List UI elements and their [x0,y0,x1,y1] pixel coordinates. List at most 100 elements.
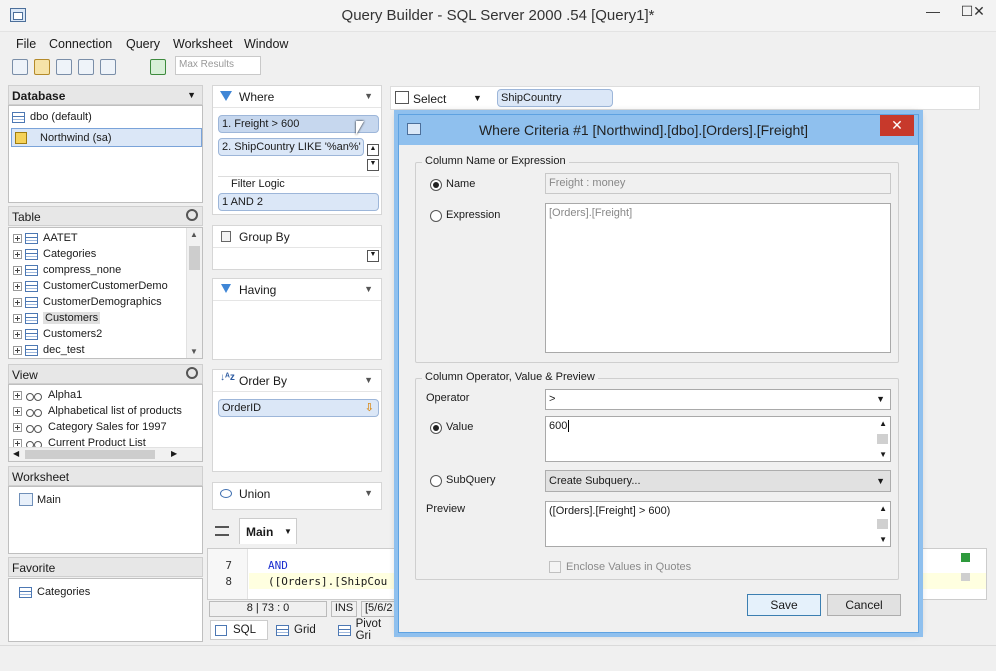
operator-select[interactable]: > ▼ [545,389,891,410]
expand-icon[interactable] [13,345,22,355]
table-item-label: Customers2 [43,328,103,340]
open-folder-icon[interactable] [34,59,50,75]
status-date: [5/6/2 [361,601,401,617]
expand-icon[interactable] [13,390,22,400]
scroll-up-icon[interactable]: ▲ [879,419,887,428]
scroll-right-icon[interactable]: ▶ [171,449,177,458]
value-radio[interactable] [430,422,442,434]
expand-icon[interactable] [13,233,22,243]
scroll-down-icon[interactable]: ▼ [879,535,887,544]
expand-icon[interactable] [13,313,22,323]
chevron-down-icon[interactable]: ▼ [473,93,482,103]
menu-worksheet[interactable]: Worksheet [173,37,233,51]
search-icon[interactable] [186,367,198,379]
editor-tab-label: Main [246,525,274,539]
max-results-input[interactable]: Max Results [175,56,261,75]
save-button[interactable]: Save [747,594,821,616]
title-bar: Query Builder - SQL Server 2000 .54 [Que… [0,0,996,32]
database-item-dbo[interactable]: dbo (default) [12,109,92,125]
chevron-down-icon[interactable]: ▼ [364,284,373,294]
where-criteria-1[interactable]: 1. Freight > 600 [218,115,379,133]
scroll-thumb[interactable] [25,450,155,459]
chevron-down-icon[interactable]: ▼ [364,375,373,385]
table-item[interactable]: Categories [13,246,96,262]
create-subquery-button[interactable]: Create Subquery... ▼ [545,470,891,492]
scroll-thumb[interactable] [189,246,200,270]
table-item[interactable]: compress_none [13,262,121,278]
menu-window[interactable]: Window [244,37,288,51]
table-item[interactable]: CustomerDemographics [13,294,162,310]
value-field[interactable]: 600 ▲ ▼ [545,416,891,462]
order-by-header-label: Order By [239,374,288,388]
name-radio[interactable] [430,179,442,191]
subquery-radio[interactable] [430,475,442,487]
scroll-down-icon[interactable]: ▼ [879,450,887,459]
save-as-icon[interactable] [78,59,94,75]
minimize-button[interactable]: — [916,0,950,24]
scroll-thumb[interactable] [961,573,970,581]
tab-sql[interactable]: SQL [210,620,268,640]
worksheet-item[interactable]: Main [19,492,61,508]
chevron-down-icon[interactable]: ▼ [364,91,373,101]
save-all-icon[interactable] [100,59,116,75]
chevron-down-icon[interactable]: ▼ [876,394,885,404]
move-down-icon[interactable]: ▼ [367,159,379,171]
scroll-thumb[interactable] [877,434,888,444]
database-item-northwind[interactable]: Northwind (sa) [11,128,202,147]
table-item[interactable]: CustomerCustomerDemo [13,278,168,294]
expand-icon[interactable] [13,281,22,291]
where-criteria-2[interactable]: 2. ShipCountry LIKE '%an%' [218,138,364,156]
scroll-down-icon[interactable]: ▼ [190,347,198,356]
chevron-down-icon[interactable]: ▼ [364,488,373,498]
new-icon[interactable] [12,59,28,75]
menu-file[interactable]: File [16,37,36,51]
expression-radio[interactable] [430,210,442,222]
move-up-icon[interactable]: ▲ [367,144,379,156]
expand-icon[interactable] [13,297,22,307]
table-item[interactable]: Customers2 [13,326,102,342]
tab-grid[interactable]: Grid [272,620,330,640]
cancel-button[interactable]: Cancel [827,594,901,616]
tab-grid-label: Grid [294,624,316,636]
order-by-item[interactable]: OrderID ⇩ [218,399,379,417]
tab-pivot-grid[interactable]: Pivot Gri [334,618,398,642]
menu-connection[interactable]: Connection [49,37,112,51]
run-query-icon[interactable] [150,59,166,75]
search-icon[interactable] [186,209,198,221]
table-item-selected[interactable]: Customers [13,310,101,326]
view-item[interactable]: Alpha1 [13,387,82,403]
dialog-close-button[interactable]: ✕ [880,115,914,136]
select-column-chip[interactable]: ShipCountry [497,89,613,107]
view-item[interactable]: Alphabetical list of products [13,403,182,419]
expand-icon[interactable] [13,422,22,432]
expand-icon[interactable] [13,329,22,339]
scroll-up-icon[interactable]: ▲ [190,230,198,239]
scroll-up-icon[interactable]: ▲ [879,504,887,513]
chevron-down-icon[interactable]: ▼ [284,527,292,536]
save-icon[interactable] [56,59,72,75]
expression-field[interactable]: [Orders].[Freight] [545,203,891,353]
filter-logic-input[interactable]: 1 AND 2 [218,193,379,211]
expand-icon[interactable] [13,265,22,275]
table-list-scrollbar[interactable]: ▲ ▼ [186,228,202,358]
menu-query[interactable]: Query [126,37,160,51]
close-button[interactable]: ✕ [962,0,996,24]
scroll-thumb[interactable] [877,519,888,529]
favorite-item[interactable]: Categories [19,584,90,600]
sort-ascending-icon[interactable]: ⇩ [365,401,374,414]
where-criteria-dialog: Where Criteria #1 [Northwind].[dbo].[Ord… [398,114,919,633]
move-down-icon[interactable]: ▼ [367,250,379,262]
enclose-quotes-checkbox[interactable] [549,561,561,573]
editor-tab-main[interactable]: Main ▼ [239,518,297,544]
view-list-hscrollbar[interactable]: ◀ ▶ [9,447,202,461]
expand-icon[interactable] [13,406,22,416]
expand-icon[interactable] [13,249,22,259]
sql-icon [215,624,227,636]
table-item[interactable]: AATET [13,230,78,246]
table-item[interactable]: dec_test [13,342,85,358]
scroll-left-icon[interactable]: ◀ [13,449,19,458]
menu-icon[interactable] [215,526,229,536]
chevron-down-icon[interactable]: ▼ [187,90,196,100]
chevron-down-icon[interactable]: ▼ [876,471,885,491]
view-item[interactable]: Category Sales for 1997 [13,419,167,435]
